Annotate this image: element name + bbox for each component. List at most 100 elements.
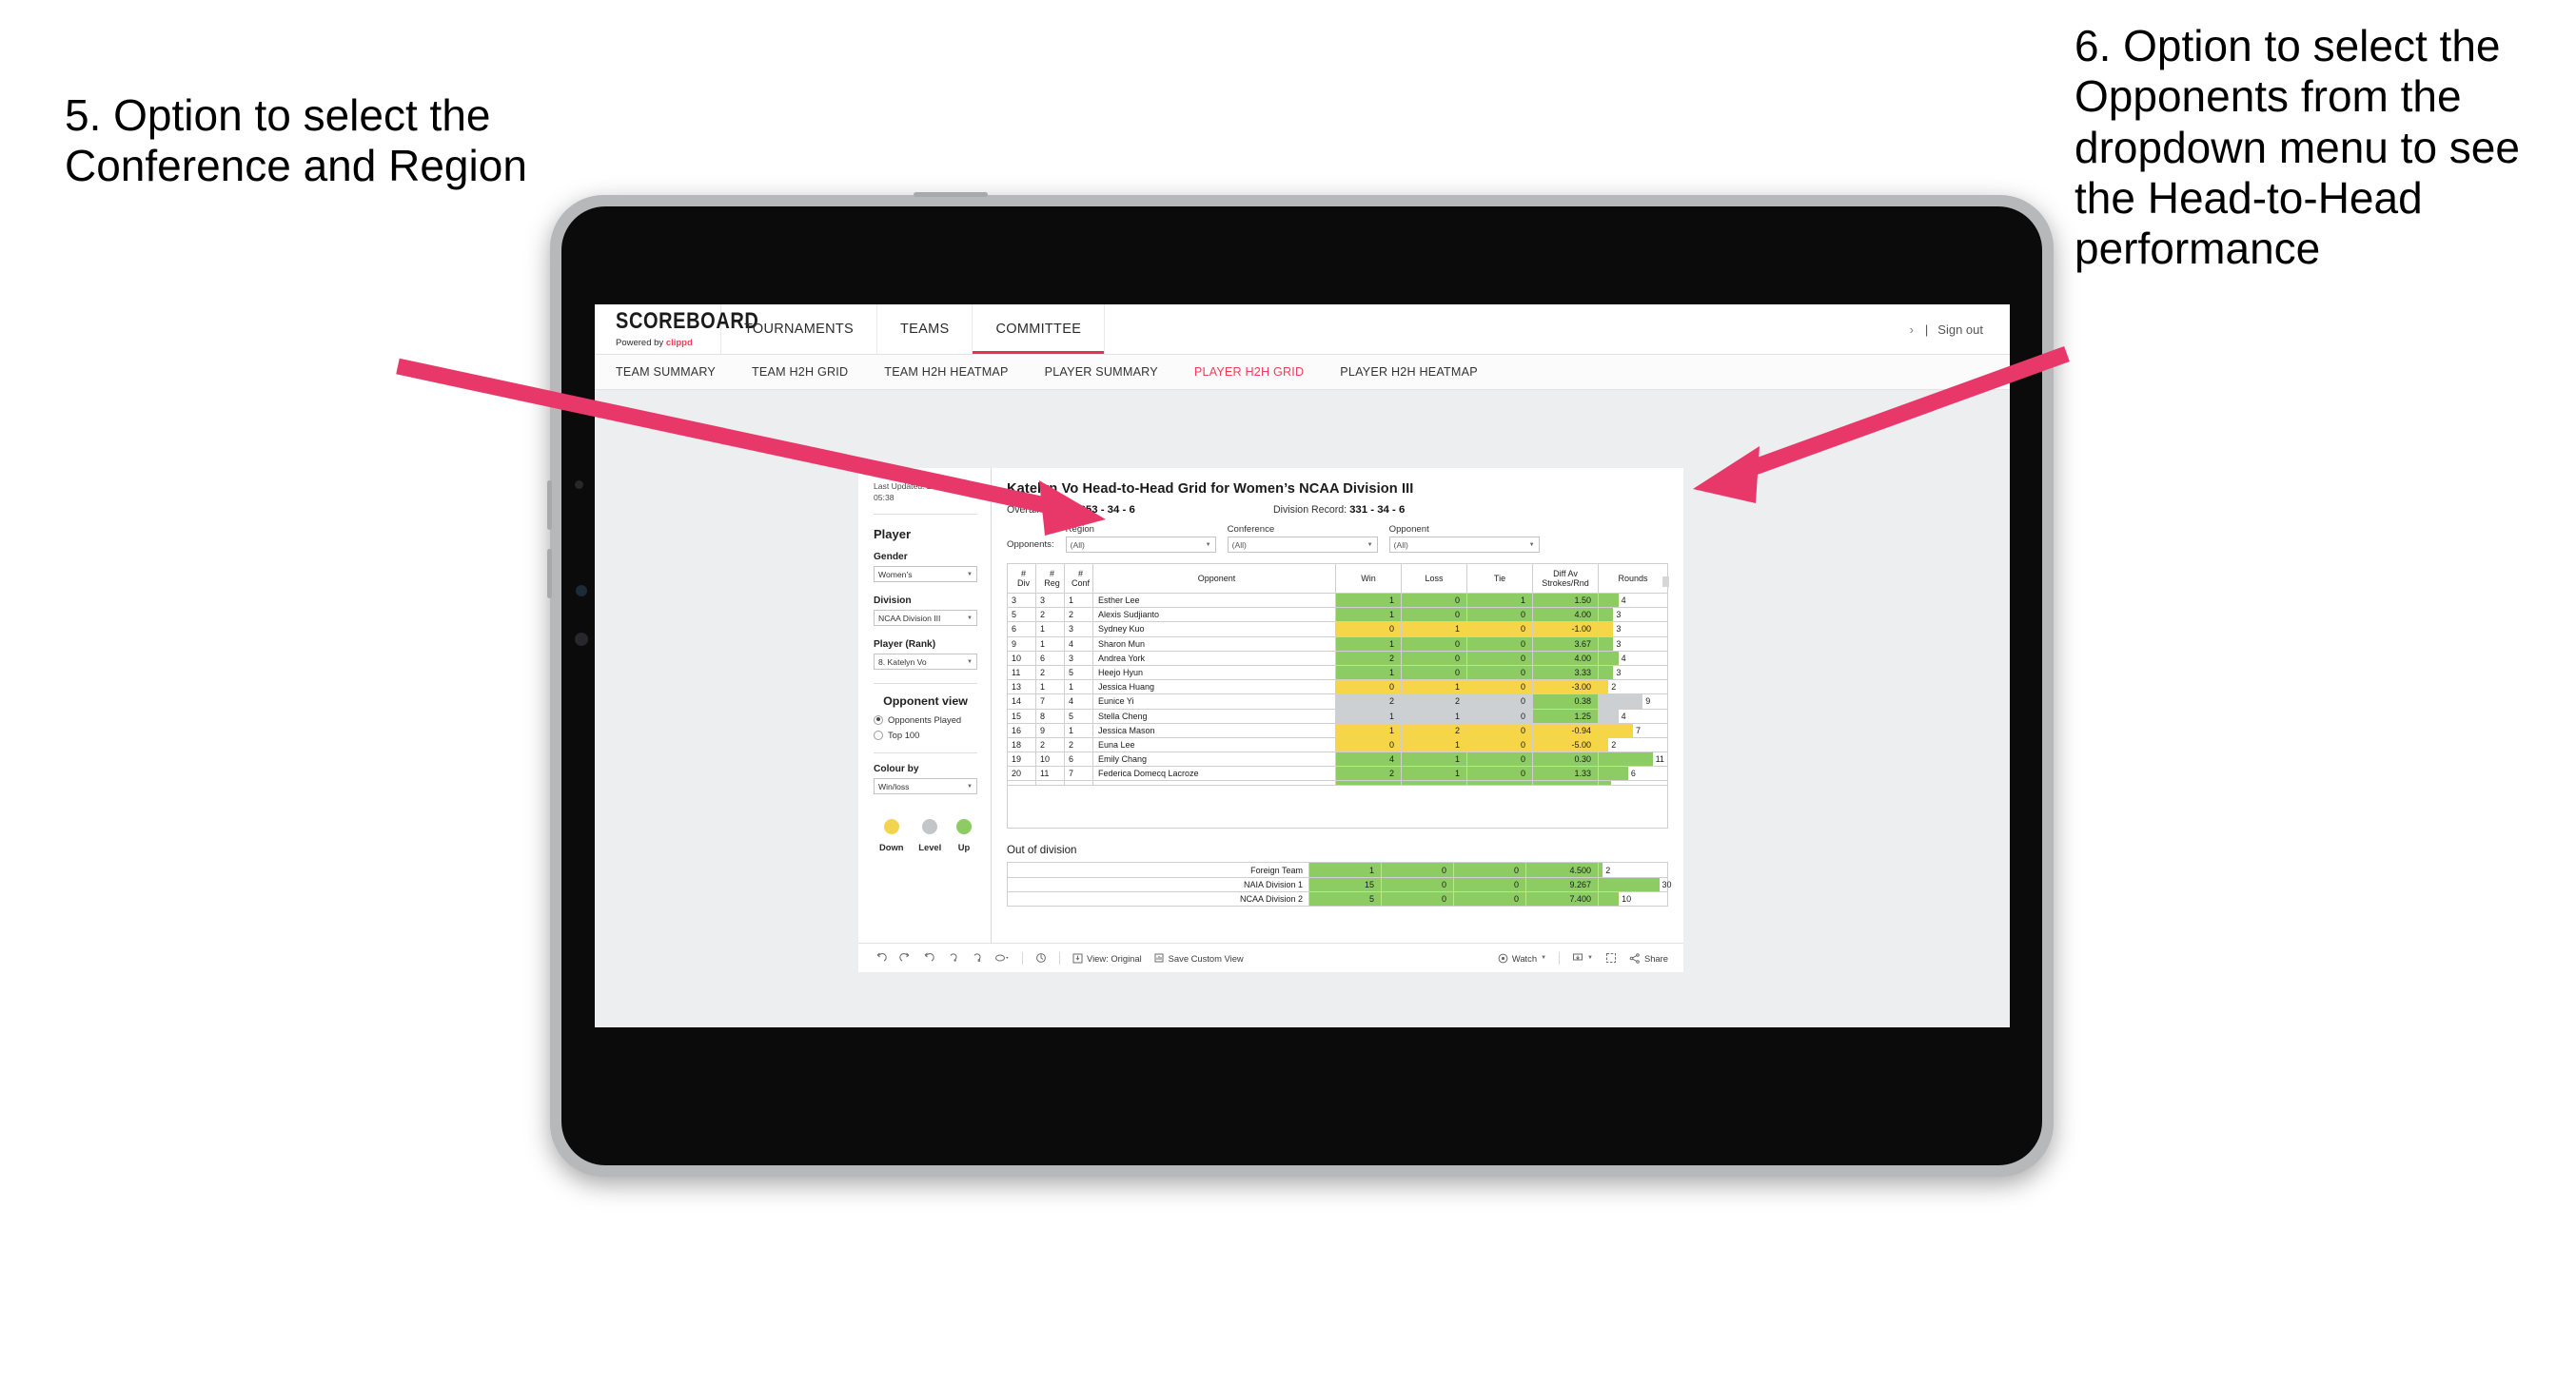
th-win: Win [1335, 563, 1402, 594]
subnav-team-h2h-grid[interactable]: TEAM H2H GRID [752, 365, 866, 379]
table-row[interactable]: 10 6 3 Andrea York 2 0 0 4.00 4 [1007, 650, 1668, 666]
gender-select[interactable]: Women’s ▼ [874, 566, 977, 583]
cell-win: 4 [1335, 752, 1402, 768]
subnav-player-h2h-grid[interactable]: PLAYER H2H GRID [1194, 365, 1322, 379]
cell-opponent: Sydney Kuo [1092, 621, 1336, 637]
table-row-partial[interactable] [1007, 780, 1668, 787]
table-scrollbar[interactable] [1662, 576, 1669, 587]
cell-tie: 0 [1466, 736, 1533, 753]
cell-conf: 1 [1064, 722, 1093, 738]
cell-diff: -5.00 [1532, 736, 1599, 753]
fullscreen-icon[interactable] [1605, 952, 1617, 964]
conference-filter-label: Conference [1227, 524, 1275, 535]
cell-reg: 2 [1035, 736, 1065, 753]
out-of-division-row[interactable]: NCAA Division 2 5 0 0 7.400 10 [1007, 890, 1668, 908]
cell-rounds: 6 [1598, 766, 1668, 782]
cell-div: 3 [1007, 592, 1036, 609]
cell-loss: 0 [1401, 664, 1467, 681]
nav-tournaments[interactable]: TOURNAMENTS [721, 304, 878, 354]
subnav-player-summary[interactable]: PLAYER SUMMARY [1045, 365, 1176, 379]
table-row[interactable]: 5 2 2 Alexis Sudjianto 1 0 0 4.00 3 [1007, 607, 1668, 623]
table-row[interactable]: 14 7 4 Eunice Yi 2 2 0 0.38 9 [1007, 693, 1668, 710]
revert-icon[interactable] [923, 952, 934, 964]
account-divider: | [1924, 322, 1929, 337]
reset-icon[interactable] [1035, 952, 1047, 964]
cell-tie: 0 [1466, 679, 1533, 695]
out-of-division-row[interactable]: Foreign Team 1 0 0 4.500 2 [1007, 862, 1668, 878]
cell-name: NCAA Division 2 [1007, 890, 1309, 908]
cell-win: 0 [1335, 621, 1402, 637]
share-button[interactable]: Share [1629, 953, 1668, 964]
region-filter-value: (All) [1070, 539, 1085, 550]
sign-out-link[interactable]: Sign out [1937, 322, 1983, 337]
highlight-icon[interactable] [994, 952, 1010, 964]
table-row[interactable]: 18 2 2 Euna Lee 0 1 0 -5.00 2 [1007, 736, 1668, 753]
h2h-table-wrapper: # Div # Reg # Conf Opponent Win Loss Tie Di… [1007, 563, 1669, 830]
cell-diff: -1.00 [1532, 621, 1599, 637]
account-menu-icon[interactable]: › [1910, 322, 1916, 337]
cell-opponent: Jessica Huang [1092, 679, 1336, 695]
cell-rounds: 2 [1598, 862, 1668, 878]
scoreboard-logo[interactable]: SCOREBOARD Powered by clippd [595, 304, 758, 354]
cell-div: 18 [1007, 736, 1036, 753]
opponent-filter-label: Opponent [1388, 524, 1429, 535]
table-row[interactable]: 3 3 1 Esther Lee 1 0 1 1.50 4 [1007, 592, 1668, 609]
subnav-team-h2h-heatmap[interactable]: TEAM H2H HEATMAP [884, 365, 1026, 379]
subnav-player-h2h-heatmap[interactable]: PLAYER H2H HEATMAP [1340, 365, 1496, 379]
player-rank-select[interactable]: 8. Katelyn Vo ▼ [874, 654, 977, 671]
th-reg-l1: # [1049, 568, 1054, 578]
opponent-filter-select[interactable]: (All) ▼ [1388, 537, 1540, 553]
radio-opponents-played[interactable]: Opponents Played [874, 714, 977, 725]
out-of-division-row[interactable]: NAIA Division 1 15 0 0 9.267 30 [1007, 876, 1672, 892]
division-select[interactable]: NCAA Division III ▼ [874, 610, 977, 627]
table-row[interactable]: 13 1 1 Jessica Huang 0 1 0 -3.00 2 [1007, 679, 1668, 695]
table-row[interactable]: 16 9 1 Jessica Mason 1 2 0 -0.94 7 [1007, 722, 1668, 738]
cell-div: 9 [1007, 635, 1036, 652]
table-row[interactable]: 20 11 7 Federica Domecq Lacroze 2 1 0 1.33 6 [1007, 766, 1668, 782]
table-row[interactable]: 19 10 6 Emily Chang 4 1 0 0.30 11 [1007, 752, 1668, 768]
pause-auto-update-icon[interactable] [971, 952, 982, 964]
toolbar-divider-3 [1559, 951, 1561, 965]
refresh-icon[interactable] [947, 952, 958, 964]
download-button[interactable]: ▼ [1572, 953, 1593, 964]
region-filter-select[interactable]: (All) ▼ [1065, 537, 1216, 553]
nav-teams[interactable]: TEAMS [877, 304, 973, 354]
subnav-team-summary[interactable]: TEAM SUMMARY [616, 365, 734, 379]
cell-div: 11 [1007, 664, 1036, 681]
radio-top-100[interactable]: Top 100 [874, 730, 977, 740]
table-row[interactable]: 11 2 5 Heejo Hyun 1 0 0 3.33 3 [1007, 664, 1668, 681]
cell-diff [1532, 780, 1599, 787]
legend-level-swatch-icon [922, 819, 938, 835]
table-row[interactable]: 15 8 5 Stella Cheng 1 1 0 1.25 4 [1007, 708, 1668, 724]
cell-conf: 7 [1064, 766, 1093, 782]
colour-by-select[interactable]: Win/loss ▼ [874, 778, 977, 795]
cell-rounds: 4 [1598, 708, 1668, 724]
table-row[interactable]: 9 1 4 Sharon Mun 1 0 0 3.67 3 [1007, 635, 1668, 652]
conference-filter-select[interactable]: (All) ▼ [1227, 537, 1378, 553]
cell-loss: 0 [1401, 650, 1467, 666]
visualization-body: Last Updated: 27/03/2024 05:38 Player Ge… [858, 468, 1683, 943]
redo-icon[interactable] [899, 952, 911, 964]
camera-dot-icon [575, 480, 583, 489]
cell-win [1335, 780, 1402, 787]
save-custom-view-button[interactable]: Save Custom View [1154, 953, 1244, 964]
cell-loss: 0 [1401, 607, 1467, 623]
cell-win: 15 [1308, 876, 1382, 892]
undo-icon[interactable] [875, 952, 887, 964]
top-navigation-bar: SCOREBOARD Powered by clippd TOURNAMENTS… [595, 304, 2010, 355]
watch-button[interactable]: Watch ▼ [1498, 953, 1546, 964]
cell-win: 1 [1335, 592, 1402, 609]
th-conf: # Conf [1064, 563, 1093, 594]
h2h-table-body: 3 3 1 Esther Lee 1 0 1 1.50 4 5 2 2 Alexis Sudjianto… [1007, 592, 1668, 787]
cell-div: 6 [1007, 621, 1036, 637]
division-record: Division Record: 331 - 34 - 6 [1273, 504, 1405, 516]
cell-div: 10 [1007, 650, 1036, 666]
cell-tie: 0 [1466, 664, 1533, 681]
player-rank-label: Player (Rank) [874, 639, 936, 651]
cell-tie: 0 [1466, 708, 1533, 724]
table-row[interactable]: 6 1 3 Sydney Kuo 0 1 0 -1.00 3 [1007, 621, 1668, 637]
nav-committee[interactable]: COMMITTEE [973, 304, 1106, 354]
cell-conf: 5 [1064, 708, 1093, 724]
sidebar-heading-player: Player [874, 527, 912, 542]
view-original-button[interactable]: View: Original [1072, 953, 1142, 964]
